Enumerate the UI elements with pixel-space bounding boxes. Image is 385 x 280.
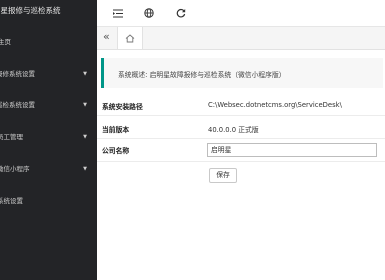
globe-icon[interactable]	[142, 6, 156, 20]
caret-down-icon: ▼	[83, 166, 87, 172]
divider	[97, 115, 385, 116]
sidebar-item-label: 员工管理	[0, 133, 23, 141]
menu-toggle-icon[interactable]	[111, 6, 125, 20]
tab-bar: «	[97, 27, 385, 50]
app-title: 明星报修与巡检系统	[0, 6, 61, 15]
field-label-install-path: 系统安装路径	[102, 103, 143, 111]
caret-down-icon: ▼	[83, 134, 87, 140]
sidebar-item-label: 巡检系统设置	[0, 101, 35, 109]
company-name-input[interactable]: 启明星	[207, 143, 377, 157]
sidebar-item-repair-settings[interactable]: 报修系统设置 ▼	[0, 68, 97, 80]
sidebar-item-label: 主页	[0, 38, 11, 46]
sidebar-item-label: 系统设置	[0, 197, 23, 205]
sidebar-item-wechat-miniprogram[interactable]: 微信小程序 ▼	[0, 163, 97, 175]
main-content: 系统概述: 启明星故障报修与巡检系统（微信小程序版） 系统安装路径 C:\Web…	[97, 50, 385, 280]
notice-text: 系统概述: 启明星故障报修与巡检系统（微信小程序版）	[118, 71, 286, 79]
field-value-install-path: C:\Websec.dotnetcms.org\ServiceDesk\	[208, 101, 342, 109]
sidebar-item-label: 微信小程序	[0, 165, 30, 173]
sidebar-item-label: 报修系统设置	[0, 70, 35, 78]
caret-down-icon: ▼	[83, 71, 87, 77]
field-label-company-name: 公司名称	[102, 147, 130, 155]
sidebar-item-staff[interactable]: 员工管理 ▼	[0, 131, 97, 143]
tab-home[interactable]	[117, 27, 143, 49]
divider	[97, 138, 385, 139]
top-toolbar	[97, 0, 385, 27]
field-label-version: 当前版本	[102, 126, 130, 134]
divider	[97, 161, 385, 162]
home-icon	[125, 33, 135, 42]
save-button[interactable]: 保存	[209, 168, 237, 183]
sidebar-item-system-settings[interactable]: 系统设置	[0, 195, 97, 207]
refresh-icon[interactable]	[174, 6, 188, 20]
system-notice: 系统概述: 启明星故障报修与巡检系统（微信小程序版）	[101, 58, 383, 88]
sidebar: 明星报修与巡检系统 主页 报修系统设置 ▼ 巡检系统设置 ▼ 员工管理 ▼ 微信…	[0, 0, 97, 280]
caret-down-icon: ▼	[83, 102, 87, 108]
field-value-version: 40.0.0.0 正式版	[208, 126, 259, 134]
sidebar-item-home[interactable]: 主页	[0, 36, 97, 48]
sidebar-item-inspection-settings[interactable]: 巡检系统设置 ▼	[0, 99, 97, 111]
double-chevron-left-icon[interactable]: «	[103, 31, 110, 43]
